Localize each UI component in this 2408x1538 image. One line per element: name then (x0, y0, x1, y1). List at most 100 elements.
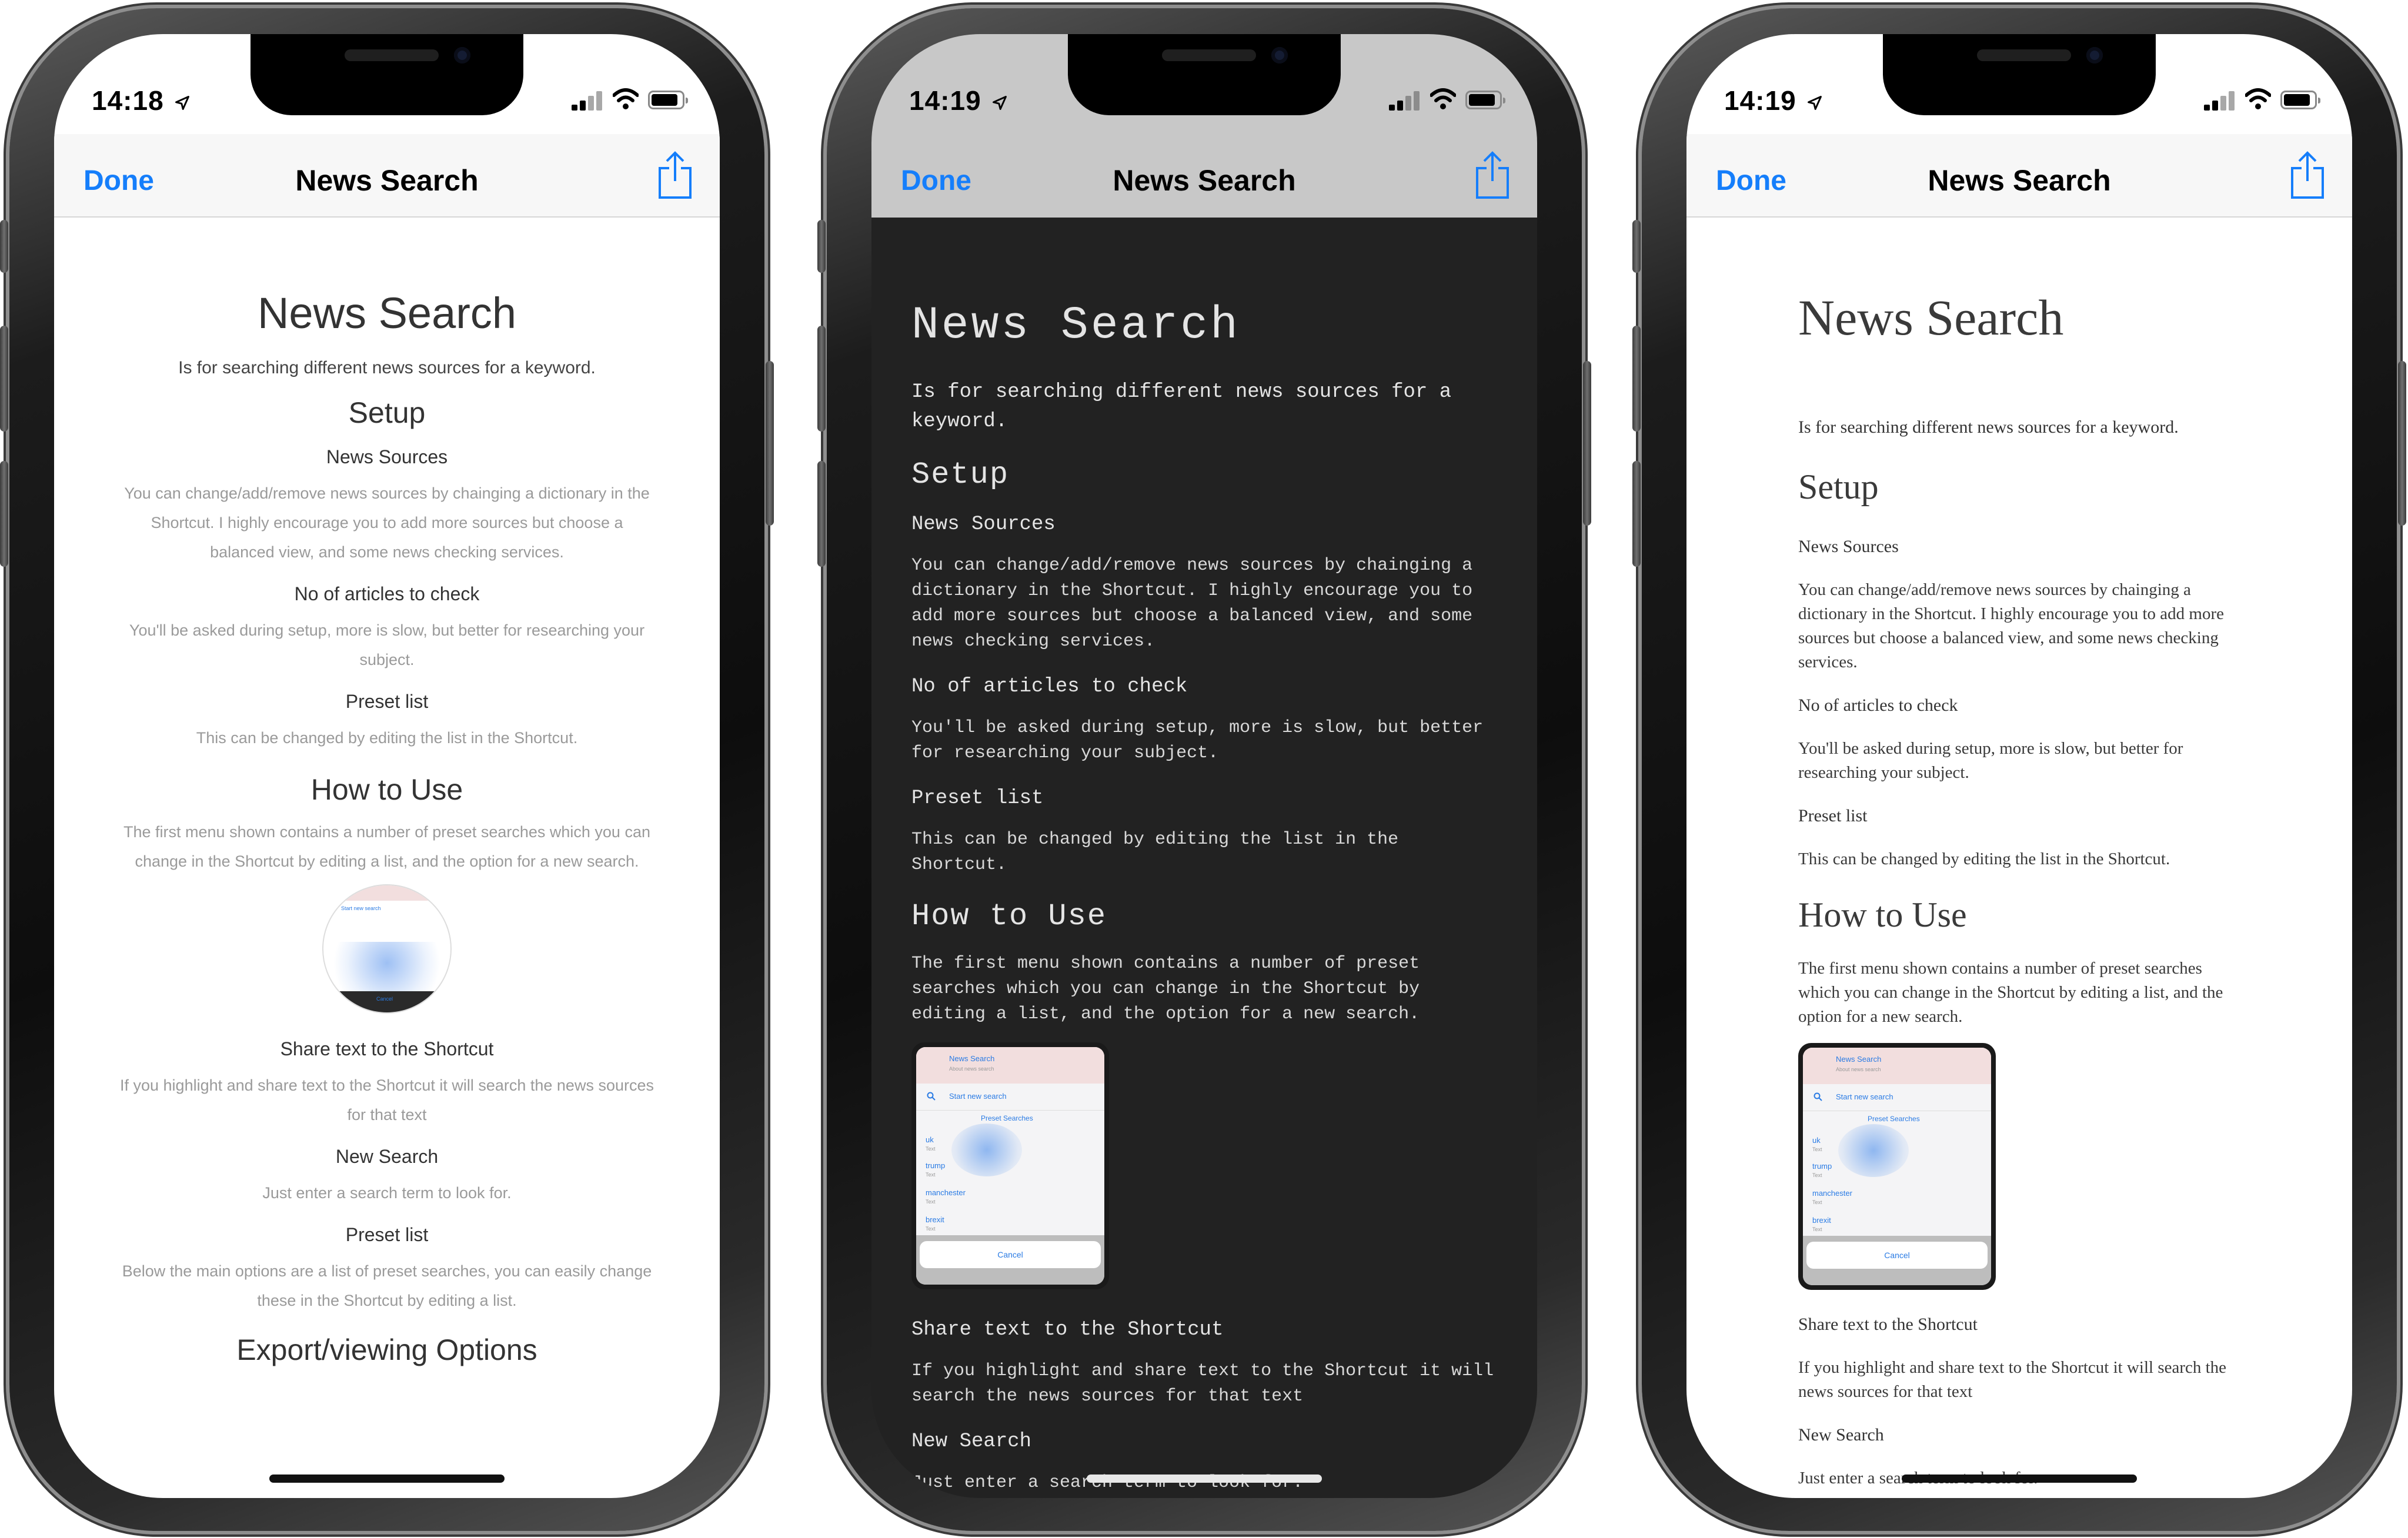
mini-title: News Search (1836, 1055, 1882, 1064)
screen: 14:19 Done News Search News Search Is fo… (871, 34, 1537, 1498)
heading-share-text: Share text to the Shortcut (911, 1319, 1224, 1341)
mini-item: uk (926, 1135, 934, 1144)
nav-title: News Search (1113, 164, 1296, 197)
search-icon (1813, 1092, 1822, 1101)
heading-setup: Setup (348, 396, 426, 429)
heading-share-text: Share text to the Shortcut (1798, 1315, 1978, 1334)
notch (251, 34, 523, 115)
wifi-icon (1430, 88, 1456, 109)
heading-new-search: New Search (335, 1146, 439, 1167)
heading-setup: Setup (1798, 467, 1879, 506)
heading-articles: No of articles to check (1798, 696, 1958, 715)
doc-intro: Is for searching different news sources … (178, 358, 596, 377)
mini-title: News Search (949, 1054, 995, 1063)
how-to-use-body: The first menu shown contains a number o… (911, 954, 1420, 1024)
mini-start-search: Start new search (1836, 1092, 1893, 1101)
home-indicator[interactable] (1902, 1475, 2137, 1483)
preset-list-body: This can be changed by editing the list … (1798, 850, 2170, 868)
heading-how-to-use: How to Use (911, 899, 1107, 934)
heading-preset-list-2: Preset list (345, 1224, 429, 1245)
mini-item-sub: Text (926, 1172, 936, 1178)
screen: 14:19 Done News Search News Search Is fo… (1686, 34, 2352, 1498)
cellular-signal-icon (572, 91, 602, 111)
side-button-silent (1632, 220, 1641, 273)
share-text-body: If you highlight and share text to the S… (911, 1361, 1494, 1406)
wifi-icon (2245, 88, 2271, 109)
screenshot-image: Start new search Cancel (322, 884, 452, 1014)
nav-title: News Search (295, 164, 479, 197)
articles-body: You'll be asked during setup, more is sl… (911, 718, 1484, 763)
doc-intro: Is for searching different news sources … (911, 381, 1452, 433)
navigation-bar: Done News Search (54, 134, 720, 218)
news-sources-body: You can change/add/remove news sources b… (911, 556, 1473, 651)
screenshot-image: News Search About news search Start new … (911, 1042, 1109, 1289)
heading-preset-list: Preset list (345, 691, 429, 712)
home-indicator[interactable] (269, 1475, 505, 1483)
how-to-use-body: The first menu shown contains a number o… (123, 823, 650, 870)
share-text-body: If you highlight and share text to the S… (120, 1076, 654, 1124)
doc-intro: Is for searching different news sources … (1798, 417, 2179, 437)
articles-body: You'll be asked during setup, more is sl… (1798, 739, 2183, 782)
preset-list-2-body: Below the main options are a list of pre… (122, 1262, 652, 1309)
heading-preset-list: Preset list (1798, 806, 1868, 825)
heading-articles: No of articles to check (911, 676, 1188, 698)
location-arrow-icon (993, 95, 1007, 110)
news-sources-body: You can change/add/remove news sources b… (124, 484, 650, 561)
heading-news-sources: News Sources (326, 446, 448, 467)
phone-2: 14:19 Done News Search News Search Is fo… (817, 8, 1591, 1531)
mini-item: brexit (926, 1215, 944, 1224)
heading-news-sources: News Sources (1798, 537, 1899, 556)
side-button-silent (817, 220, 826, 273)
notch (1068, 34, 1341, 115)
mini-item-sub: Text (1812, 1226, 1822, 1232)
mini-cancel: Cancel (920, 1241, 1101, 1268)
share-icon[interactable] (657, 151, 693, 199)
wifi-icon (613, 88, 639, 109)
side-button-power (766, 361, 774, 526)
status-time: 14:19 (909, 85, 1008, 116)
doc-title: News Search (1798, 289, 2064, 346)
share-text-body: If you highlight and share text to the S… (1798, 1358, 2227, 1401)
mini-start-search: Start new search (341, 905, 381, 911)
side-button-volume-up (817, 326, 826, 432)
heading-how-to-use: How to Use (1798, 895, 1967, 934)
navigation-bar: Done News Search (871, 134, 1537, 218)
mini-item-sub: Text (1812, 1146, 1822, 1152)
screen: 14:18 Done News Search News Search Is fo… (54, 34, 720, 1498)
heading-share-text: Share text to the Shortcut (280, 1038, 494, 1059)
side-button-volume-down (1632, 461, 1641, 567)
battery-icon (648, 91, 688, 109)
mini-item: trump (926, 1161, 946, 1170)
status-time: 14:18 (92, 85, 191, 116)
phone-1: 14:18 Done News Search News Search Is fo… (0, 8, 774, 1531)
notch (1883, 34, 2156, 115)
side-button-volume-up (0, 326, 8, 432)
mini-subtitle: About news search (1836, 1066, 1881, 1072)
mini-subtitle: About news search (949, 1066, 994, 1072)
location-arrow-icon (1808, 95, 1822, 110)
heading-new-search: New Search (911, 1430, 1032, 1453)
heading-export-options: Export/viewing Options (236, 1333, 537, 1366)
mini-item-sub: Text (1812, 1199, 1822, 1205)
screenshot-image: News Search About news search Start new … (1798, 1043, 1996, 1290)
share-icon[interactable] (2290, 151, 2325, 199)
mini-cancel: Cancel (1806, 1242, 1988, 1269)
mini-item: trump (1812, 1162, 1832, 1171)
side-button-power (1583, 361, 1591, 526)
share-icon[interactable] (1475, 151, 1510, 199)
battery-icon (2280, 91, 2320, 109)
location-arrow-icon (175, 95, 190, 110)
side-button-volume-up (1632, 326, 1641, 432)
mini-item: manchester (926, 1188, 966, 1197)
document-view: News Search Is for searching different n… (54, 218, 720, 1498)
heading-how-to-use: How to Use (310, 773, 463, 806)
side-button-volume-down (0, 461, 8, 567)
mini-cancel: Cancel (376, 996, 393, 1002)
home-indicator[interactable] (1087, 1475, 1322, 1483)
status-time: 14:19 (1724, 85, 1823, 116)
mini-item: manchester (1812, 1189, 1852, 1198)
mini-item-sub: Text (926, 1199, 936, 1205)
search-icon (927, 1092, 936, 1101)
new-search-body: Just enter a search term to look for. (262, 1184, 512, 1202)
preset-list-body: This can be changed by editing the list … (196, 729, 578, 747)
